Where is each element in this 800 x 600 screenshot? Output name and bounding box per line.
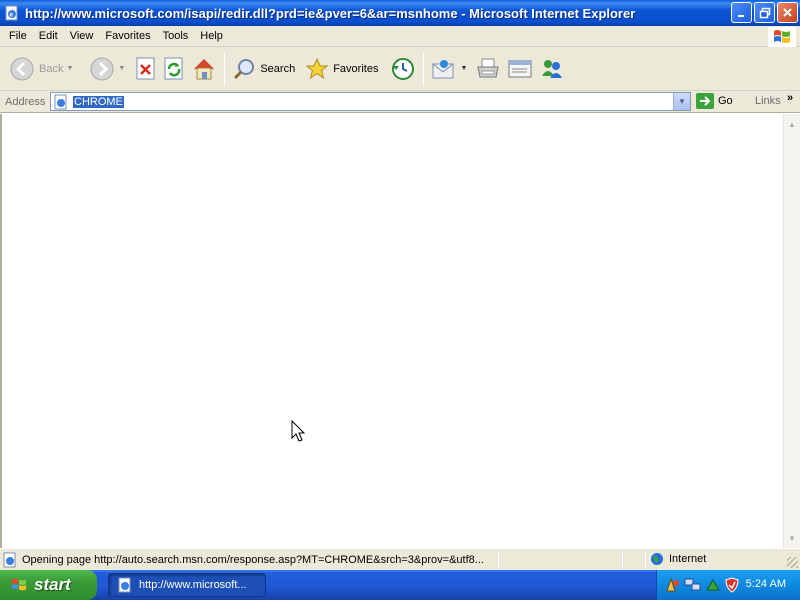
refresh-icon (164, 57, 183, 79)
stop-button[interactable] (132, 51, 160, 87)
restore-button[interactable] (754, 2, 775, 23)
back-label: Back (39, 62, 64, 75)
address-label: Address (5, 95, 46, 108)
close-button[interactable] (777, 2, 798, 23)
ie-page-icon (54, 94, 67, 109)
title-bar[interactable]: e http://www.microsoft.com/isapi/redir.d… (0, 0, 800, 26)
taskbar-item-ie[interactable]: http://www.microsoft... (108, 573, 266, 597)
menu-help[interactable]: Help (194, 28, 229, 44)
standard-toolbar: Back ▼ ▼ Search Favorites ▼ (0, 47, 800, 91)
print-button[interactable] (472, 51, 504, 87)
menu-favorites[interactable]: Favorites (99, 28, 156, 44)
go-label: Go (718, 95, 733, 107)
menu-bar: File Edit View Favorites Tools Help (0, 26, 800, 47)
address-input[interactable]: CHROME ▼ (50, 92, 691, 111)
search-label: Search (260, 62, 296, 75)
links-button[interactable]: Links (755, 95, 781, 107)
printer-icon (477, 58, 500, 77)
address-bar: Address CHROME ▼ Go Links » (0, 91, 800, 113)
back-button[interactable]: Back ▼ (6, 51, 76, 87)
minimize-icon (737, 14, 744, 17)
chevron-right-icon[interactable]: » (787, 92, 793, 104)
taskbar-item-label: http://www.microsoft... (139, 579, 247, 591)
refresh-button[interactable] (160, 51, 188, 87)
status-bar: Opening page http://auto.search.msn.com/… (0, 548, 800, 570)
edit-button[interactable] (504, 51, 536, 87)
back-arrow-icon (10, 57, 34, 80)
address-value[interactable]: CHROME (73, 95, 124, 108)
menu-file[interactable]: File (3, 28, 33, 44)
home-icon (194, 58, 215, 79)
network-icon[interactable] (684, 577, 702, 593)
go-button[interactable]: Go (696, 93, 733, 109)
security-shield-icon[interactable] (724, 577, 740, 593)
forward-arrow-icon (90, 57, 114, 80)
mail-icon (432, 59, 454, 78)
home-button[interactable] (188, 51, 220, 87)
resize-grip[interactable] (787, 557, 798, 568)
status-text: Opening page http://auto.search.msn.com/… (22, 554, 484, 566)
vertical-scrollbar[interactable]: ▲ ▼ (783, 114, 800, 548)
toolbar-separator (423, 51, 425, 86)
security-zone-label: Internet (669, 553, 707, 565)
scroll-down-icon[interactable]: ▼ (784, 530, 800, 546)
star-icon (305, 57, 329, 79)
mouse-pointer-icon (291, 420, 306, 442)
window-title: http://www.microsoft.com/isapi/redir.dll… (25, 5, 636, 21)
system-tray: 5:24 AM (656, 570, 800, 600)
scroll-up-icon[interactable]: ▲ (784, 116, 800, 132)
status-divider (498, 552, 499, 568)
stop-icon (136, 57, 155, 79)
mail-dropdown-icon[interactable]: ▼ (460, 65, 467, 72)
messenger-button[interactable] (536, 51, 568, 87)
windows-flag-icon (768, 27, 796, 47)
address-dropdown-icon[interactable]: ▼ (673, 93, 690, 110)
go-arrow-icon (696, 93, 714, 109)
ie-page-icon (118, 577, 131, 593)
minimize-button[interactable] (731, 2, 752, 23)
taskbar: start http://www.microsoft... 5:24 AM (0, 570, 800, 600)
start-button[interactable]: start (0, 570, 97, 600)
close-icon (783, 8, 792, 17)
clock[interactable]: 5:24 AM (746, 578, 786, 590)
ie-page-icon: e (5, 5, 18, 21)
search-button[interactable]: Search (229, 51, 298, 87)
page-content[interactable] (0, 114, 783, 548)
history-icon (392, 57, 415, 80)
page-loading-icon (3, 552, 16, 568)
toolbar-separator (224, 51, 226, 86)
menu-edit[interactable]: Edit (33, 28, 64, 44)
status-divider (645, 552, 646, 568)
forward-button[interactable]: ▼ (86, 51, 128, 87)
restore-icon (759, 7, 770, 18)
back-dropdown-icon[interactable]: ▼ (66, 65, 73, 72)
menu-view[interactable]: View (64, 28, 100, 44)
search-icon (234, 58, 255, 79)
favorites-label: Favorites (333, 62, 379, 75)
history-button[interactable] (387, 51, 419, 87)
mail-button[interactable]: ▼ (428, 51, 470, 87)
safely-remove-icon[interactable] (705, 577, 721, 593)
windows-flag-icon (11, 578, 27, 591)
status-divider (622, 552, 623, 568)
start-label: start (34, 575, 71, 594)
menu-tools[interactable]: Tools (157, 28, 195, 44)
messenger-icon (542, 59, 563, 78)
forward-dropdown-icon[interactable]: ▼ (118, 65, 125, 72)
edit-page-icon (508, 60, 532, 77)
tray-app-icon[interactable] (665, 577, 681, 593)
globe-icon (651, 553, 663, 565)
favorites-button[interactable]: Favorites (302, 51, 381, 87)
